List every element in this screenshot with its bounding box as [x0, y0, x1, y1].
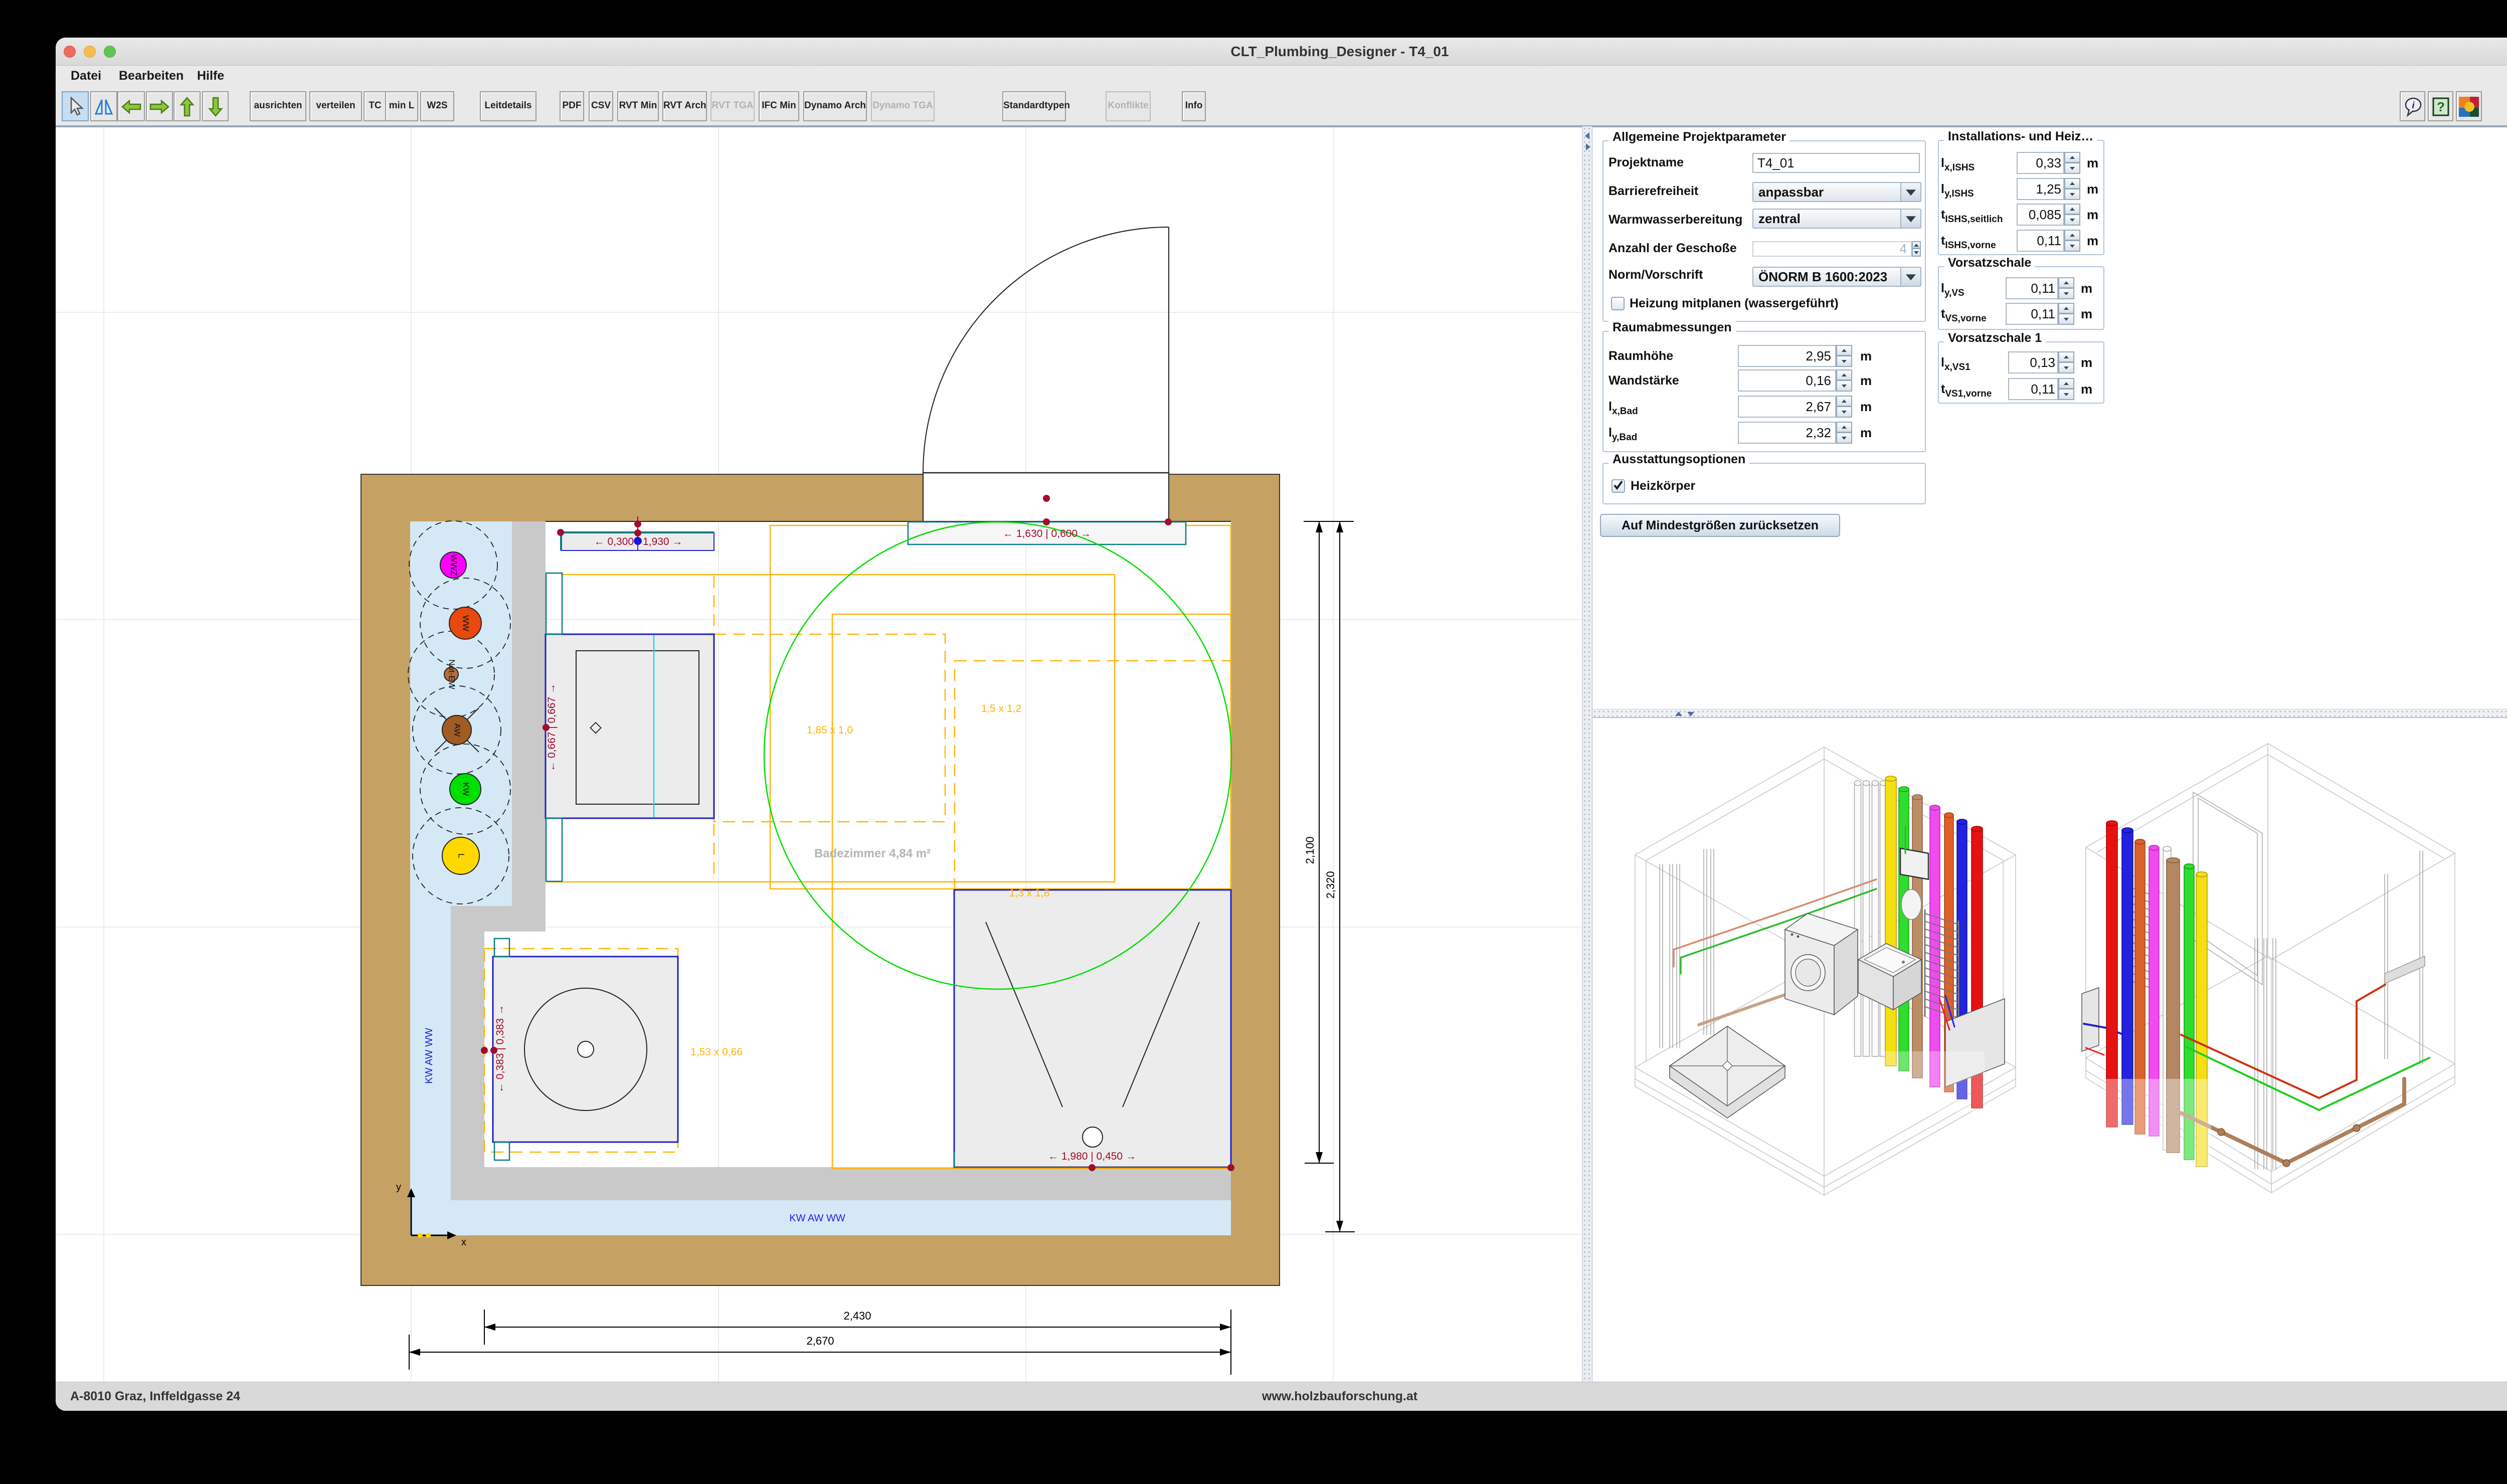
svg-text:2,100: 2,100	[1304, 836, 1316, 864]
svg-text:Not-EW: Not-EW	[447, 659, 457, 689]
svg-text:1,3 x 1,8: 1,3 x 1,8	[1009, 887, 1050, 899]
svg-text:Badezimmer 4,84 m²: Badezimmer 4,84 m²	[814, 847, 931, 860]
svg-text:x: x	[461, 1237, 466, 1248]
svg-text:?: ?	[2437, 99, 2445, 114]
svg-text:← 1,980 | 0,450 →: ← 1,980 | 0,450 →	[1048, 1151, 1136, 1162]
svg-text:1,5 x 1,2: 1,5 x 1,2	[981, 703, 1022, 714]
svg-text:1,53 x 0,66: 1,53 x 0,66	[690, 1046, 743, 1058]
svg-text:2,670: 2,670	[806, 1335, 834, 1347]
svg-text:KW AW WW: KW AW WW	[424, 1028, 435, 1084]
svg-text:WWZ: WWZ	[449, 554, 459, 576]
svg-text:KW: KW	[461, 782, 471, 796]
svg-text:KW AW WW: KW AW WW	[789, 1213, 845, 1224]
svg-text:L: L	[457, 853, 466, 858]
svg-text:AW: AW	[453, 723, 462, 737]
svg-text:← 1,630 | 0,600 →: ← 1,630 | 0,600 →	[1003, 528, 1091, 539]
svg-text:y: y	[396, 1182, 401, 1193]
svg-text:1,930 →: 1,930 →	[643, 536, 682, 547]
svg-text:2,430: 2,430	[843, 1310, 871, 1322]
svg-text:WW: WW	[461, 615, 471, 631]
svg-text:1,85 x 1,0: 1,85 x 1,0	[807, 724, 853, 736]
svg-text:← 0,300: ← 0,300	[594, 536, 634, 547]
svg-text:2,320: 2,320	[1324, 871, 1337, 898]
